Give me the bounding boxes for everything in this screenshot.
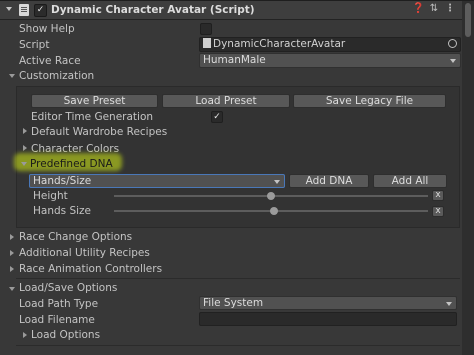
script-file-icon — [203, 38, 211, 48]
save-legacy-file-button[interactable]: Save Legacy File — [293, 94, 446, 108]
active-race-label: Active Race — [19, 55, 81, 67]
dna-item-label: Height — [33, 190, 68, 202]
customization-foldout-label[interactable]: Customization — [19, 70, 94, 82]
character-colors-foldout-icon[interactable] — [23, 145, 27, 151]
wardrobe-foldout-icon[interactable] — [23, 128, 27, 134]
load-options-foldout[interactable]: Load Options — [31, 329, 100, 341]
component-enabled-checkbox[interactable]: ✓ — [34, 4, 47, 17]
script-field[interactable]: DynamicCharacterAvatar — [199, 37, 461, 52]
editor-time-generation-checkbox[interactable]: ✓ — [211, 111, 223, 123]
race-animation-controllers-foldout[interactable]: Race Animation Controllers — [19, 263, 162, 275]
predefined-dna-foldout[interactable]: Predefined DNA — [30, 158, 113, 170]
component-foldout-arrow-icon[interactable] — [6, 7, 12, 11]
race-change-foldout-icon[interactable] — [10, 234, 14, 240]
question-icon[interactable]: ❓ — [412, 3, 424, 15]
load-filename-input[interactable] — [199, 312, 457, 326]
dna-type-dropdown[interactable]: Hands/Size — [29, 174, 285, 188]
component-title: Dynamic Character Avatar (Script) — [51, 4, 255, 16]
race-change-options-foldout[interactable]: Race Change Options — [19, 231, 132, 243]
default-wardrobe-recipes-foldout[interactable]: Default Wardrobe Recipes — [31, 126, 167, 138]
add-all-button[interactable]: Add All — [373, 174, 447, 188]
dna-item-label: Hands Size — [33, 205, 92, 217]
remove-dna-button[interactable]: x — [432, 190, 444, 201]
active-race-value: HumanMale — [203, 54, 266, 66]
add-dna-button[interactable]: Add DNA — [289, 174, 369, 188]
script-label: Script — [19, 39, 50, 51]
scrollbar-track[interactable] — [462, 1, 474, 355]
save-preset-button[interactable]: Save Preset — [31, 94, 158, 108]
dna-type-value: Hands/Size — [33, 175, 92, 187]
editor-time-generation-label: Editor Time Generation — [31, 111, 154, 123]
chevron-down-icon — [274, 180, 280, 184]
customization-foldout-icon[interactable] — [9, 74, 15, 78]
load-path-type-label: Load Path Type — [19, 298, 99, 310]
remove-dna-button[interactable]: x — [432, 206, 444, 217]
active-race-dropdown[interactable]: HumanMale — [199, 53, 461, 68]
show-help-checkbox[interactable] — [200, 23, 212, 35]
script-icon — [19, 4, 29, 16]
load-preset-button[interactable]: Load Preset — [162, 94, 290, 108]
load-filename-label: Load Filename — [19, 314, 95, 326]
dna-slider-thumb[interactable] — [267, 192, 275, 200]
script-field-value: DynamicCharacterAvatar — [213, 38, 346, 50]
load-save-options-foldout[interactable]: Load/Save Options — [19, 282, 117, 294]
section-separator — [16, 278, 460, 279]
sliders-icon[interactable]: ⇅ — [428, 3, 440, 15]
load-save-foldout-icon[interactable] — [9, 287, 15, 291]
bottom-separator — [16, 345, 460, 346]
load-path-type-dropdown[interactable]: File System — [199, 296, 457, 310]
scrollbar-thumb[interactable] — [465, 3, 471, 37]
load-options-foldout-icon[interactable] — [23, 332, 27, 338]
additional-utility-recipes-foldout[interactable]: Additional Utility Recipes — [19, 247, 150, 259]
show-help-label: Show Help — [19, 23, 75, 35]
additional-utility-foldout-icon[interactable] — [10, 250, 14, 256]
race-animation-foldout-icon[interactable] — [10, 266, 14, 272]
load-path-type-value: File System — [203, 297, 264, 309]
chevron-down-icon — [450, 59, 456, 63]
predefined-dna-foldout-icon[interactable] — [21, 162, 27, 166]
chevron-down-icon — [446, 302, 452, 306]
object-picker-icon[interactable] — [448, 39, 457, 48]
kebab-icon[interactable]: ⋮ — [444, 3, 456, 15]
